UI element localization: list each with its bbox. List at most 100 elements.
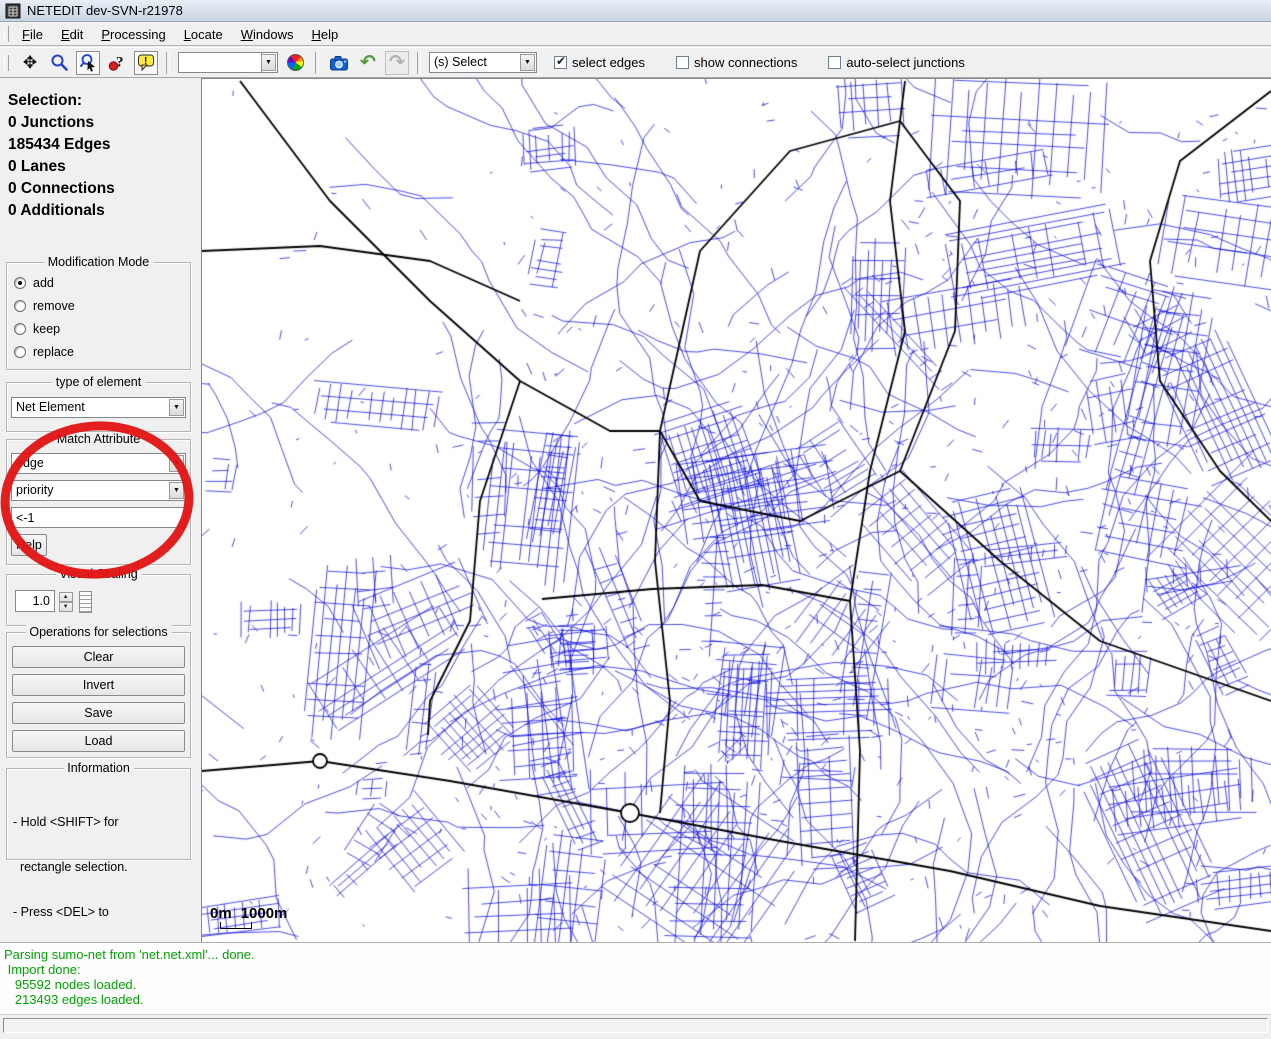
auto-select-junctions-checkbox[interactable]: auto-select junctions: [828, 55, 965, 70]
selection-summary: Selection: 0 Junctions 185434 Edges 0 La…: [8, 90, 115, 222]
toolbar-separator: [417, 52, 421, 74]
scale-start-label: 0m: [210, 905, 232, 922]
message-window-button[interactable]: !: [134, 51, 158, 75]
radio-keep[interactable]: keep: [14, 322, 190, 336]
message-icon: !: [137, 53, 156, 72]
help-locate-button[interactable]: ?: [105, 51, 129, 75]
radio-remove[interactable]: remove: [14, 299, 190, 313]
zoom-icon: [50, 53, 69, 72]
checkbox-label: select edges: [572, 55, 645, 70]
color-wheel-icon: [287, 54, 304, 71]
element-type-combo[interactable]: Net Element ▼: [11, 397, 186, 418]
status-field: [3, 1018, 1268, 1033]
undo-button[interactable]: ↶: [356, 51, 380, 75]
edit-combo-input[interactable]: [178, 52, 262, 73]
color-scheme-button[interactable]: [283, 51, 307, 75]
radio-label: remove: [33, 299, 75, 313]
locate-icon: [79, 53, 98, 72]
edit-combo-dropdown[interactable]: ▼: [262, 52, 278, 73]
app-icon: [5, 3, 21, 19]
checkbox-label: auto-select junctions: [846, 55, 965, 70]
menubar-grip-handle[interactable]: [4, 26, 9, 42]
clear-button[interactable]: Clear: [12, 646, 185, 668]
checkbox-icon[interactable]: [828, 56, 841, 69]
zoom-button[interactable]: [47, 51, 71, 75]
group-label: Match Attribute: [53, 432, 144, 446]
chevron-down-icon[interactable]: ▼: [169, 455, 184, 472]
spin-down-icon[interactable]: ▼: [59, 602, 73, 612]
log-line: Import done:: [4, 962, 1271, 977]
match-attribute-combo[interactable]: priority ▼: [11, 480, 186, 501]
chevron-down-icon[interactable]: ▼: [261, 54, 276, 71]
menu-processing[interactable]: Processing: [92, 24, 174, 45]
group-label: Information: [63, 761, 134, 775]
select-edges-checkbox[interactable]: select edges: [554, 55, 645, 70]
group-label: type of element: [52, 375, 145, 389]
information-group: Information - Hold <SHIFT> for rectangle…: [6, 768, 191, 860]
log-line: 95592 nodes loaded.: [4, 977, 1271, 992]
group-label: Modification Mode: [44, 255, 153, 269]
match-expression-input[interactable]: [11, 507, 186, 528]
match-tag-combo[interactable]: edge ▼: [11, 453, 186, 474]
log-line: 213493 edges loaded.: [4, 992, 1271, 1007]
radio-label: add: [33, 276, 54, 290]
menu-file[interactable]: File: [13, 24, 52, 45]
match-attribute-value: priority: [12, 481, 185, 497]
invert-button[interactable]: Invert: [12, 674, 185, 696]
radio-icon[interactable]: [14, 277, 26, 289]
match-tag-value: edge: [12, 454, 185, 470]
menu-locate[interactable]: Locate: [175, 24, 232, 45]
toolbar-separator: [166, 52, 170, 74]
match-attribute-group: Match Attribute edge ▼ priority ▼ Help: [6, 439, 191, 565]
log-line: Parsing sumo-net from 'net.net.xml'... d…: [4, 947, 1271, 962]
radio-add[interactable]: add: [14, 276, 190, 290]
load-button[interactable]: Load: [12, 730, 185, 752]
visual-scaling-dial[interactable]: [79, 591, 92, 613]
help-button[interactable]: Help: [11, 534, 47, 556]
save-button[interactable]: Save: [12, 702, 185, 724]
redo-button[interactable]: ↷: [385, 51, 409, 75]
toolbar-grip-handle[interactable]: [4, 55, 9, 71]
group-label: Operations for selections: [25, 625, 171, 639]
chevron-down-icon[interactable]: ▼: [520, 54, 535, 71]
checkbox-icon[interactable]: [554, 56, 567, 69]
spin-up-icon[interactable]: ▲: [59, 592, 73, 602]
radio-replace[interactable]: replace: [14, 345, 190, 359]
scale-tick-line: [220, 922, 252, 929]
menu-windows[interactable]: Windows: [232, 24, 303, 45]
toolbar: ✥ ? ! ▼: [0, 47, 1271, 78]
selection-junctions: 0 Junctions: [8, 112, 115, 134]
group-label: Visual Scaling: [55, 567, 141, 581]
network-map-view[interactable]: 0m1000m: [202, 78, 1271, 942]
radio-icon[interactable]: [14, 346, 26, 358]
status-bar: [0, 1014, 1271, 1039]
menu-edit[interactable]: Edit: [52, 24, 92, 45]
selection-frame-sidebar: Selection: 0 Junctions 185434 Edges 0 La…: [0, 78, 202, 942]
map-scale-bar: 0m1000m: [210, 905, 296, 929]
radio-icon[interactable]: [14, 300, 26, 312]
visual-scaling-input[interactable]: [15, 590, 55, 612]
show-connections-checkbox[interactable]: show connections: [676, 55, 797, 70]
svg-text:!: !: [144, 56, 147, 67]
radio-label: replace: [33, 345, 74, 359]
checkbox-icon[interactable]: [676, 56, 689, 69]
radio-label: keep: [33, 322, 60, 336]
move-mode-button[interactable]: ✥: [18, 51, 42, 75]
window-title: NETEDIT dev-SVN-r21978: [27, 3, 183, 18]
supermode-select-combo[interactable]: (s) Select ▼: [429, 52, 537, 73]
checkbox-label: show connections: [694, 55, 797, 70]
type-of-element-group: type of element Net Element ▼: [6, 382, 191, 432]
operations-group: Operations for selections Clear Invert S…: [6, 632, 191, 758]
network-canvas[interactable]: [202, 79, 1271, 943]
undo-icon: ↶: [360, 54, 376, 72]
screenshot-button[interactable]: [327, 51, 351, 75]
locate-button[interactable]: [76, 51, 100, 75]
modification-mode-group: Modification Mode add remove keep replac…: [6, 262, 191, 370]
radio-icon[interactable]: [14, 323, 26, 335]
visual-scaling-stepper[interactable]: ▲ ▼: [59, 592, 73, 612]
message-log: Parsing sumo-net from 'net.net.xml'... d…: [0, 942, 1271, 1014]
chevron-down-icon[interactable]: ▼: [169, 482, 184, 499]
chevron-down-icon[interactable]: ▼: [169, 399, 184, 416]
selection-lanes: 0 Lanes: [8, 156, 115, 178]
menu-help[interactable]: Help: [302, 24, 347, 45]
